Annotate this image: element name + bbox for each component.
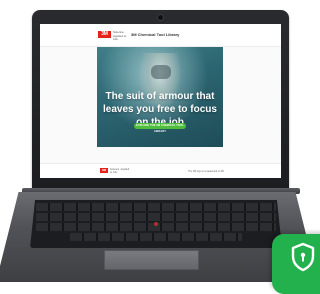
webcam-icon xyxy=(158,15,163,20)
shield-icon xyxy=(291,242,315,272)
laptop-screen: 3M Science. Applied to Life. 3M Chemical… xyxy=(40,24,281,178)
hero-cta-button[interactable]: EXPLORE THE 3M CHEMICAL TOOL LIBRARY xyxy=(134,123,186,133)
trackpoint xyxy=(154,222,158,226)
keyboard-row xyxy=(36,213,276,221)
hero-banner: The suit of armour that leaves you free … xyxy=(97,47,223,147)
keyboard-row xyxy=(36,203,276,211)
brand-logo[interactable]: 3M xyxy=(98,31,111,38)
footer-tagline: Science. Applied to Life. xyxy=(110,168,130,174)
security-badge xyxy=(272,234,320,294)
keyboard-spacebar-row xyxy=(70,233,242,241)
laptop-device: 3M Science. Applied to Life. 3M Chemical… xyxy=(0,0,320,294)
hero-visor-image xyxy=(151,65,171,79)
touchpad xyxy=(104,250,199,270)
site-title: 3M Chemical Tool Library xyxy=(131,32,180,37)
laptop-lid: 3M Science. Applied to Life. 3M Chemical… xyxy=(32,10,289,190)
brand-tagline: Science. Applied to Life. xyxy=(113,30,127,41)
footer-trademark-note: The 3M logo is a trademark of 3M xyxy=(188,170,224,173)
site-header: 3M Science. Applied to Life. 3M Chemical… xyxy=(40,24,281,47)
footer-logo[interactable]: 3M xyxy=(100,168,108,173)
site-footer: 3M Science. Applied to Life. The 3M logo… xyxy=(40,163,281,178)
